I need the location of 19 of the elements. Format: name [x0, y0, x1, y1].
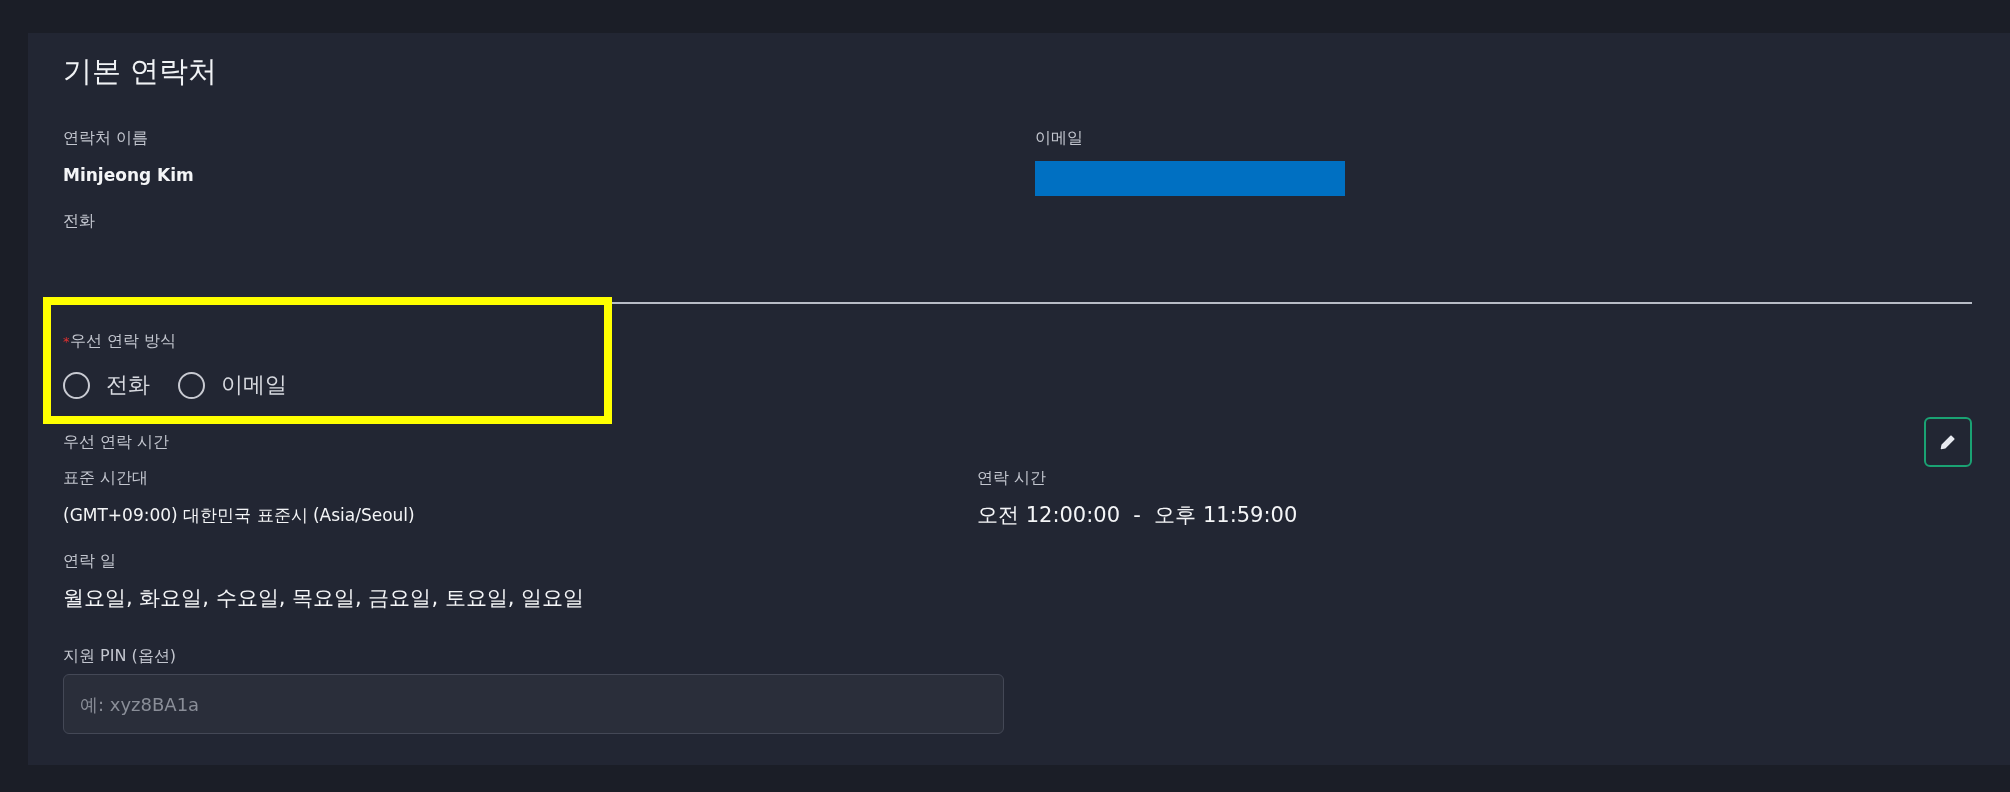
pencil-icon [1939, 433, 1957, 451]
field-value: (GMT+09:00) 대한민국 표준시 (Asia/Seoul) [63, 504, 416, 527]
field-label: 연락 시간 [977, 467, 1048, 489]
field-label: 연락처 이름 [63, 127, 150, 149]
field-label: 지원 PIN (옵션) [63, 645, 177, 667]
pin-input-field[interactable]: 예: xyz8BA1a [63, 674, 1004, 734]
field-label: 표준 시간대 [63, 467, 150, 489]
field-value: 오전 12:00:00 - 오후 11:59:00 [977, 502, 1299, 529]
radio-option[interactable]: 이메일 [178, 369, 287, 401]
section-title: 기본 연락처 [63, 53, 219, 90]
field-value: 월요일, 화요일, 수요일, 목요일, 금요일, 토요일, 일요일 [63, 585, 586, 612]
edit-button[interactable] [1924, 417, 1972, 467]
field-label: 연락 일 [63, 550, 118, 572]
field-label: 전화 [63, 210, 96, 232]
field-label: 이메일 [1035, 127, 1084, 149]
field-value: Minjeong Kim [63, 164, 195, 187]
radio-option[interactable]: 전화 [63, 369, 150, 401]
section-label: 우선 연락 시간 [63, 431, 170, 453]
field-label: *우선 연락 방식 [63, 330, 177, 352]
